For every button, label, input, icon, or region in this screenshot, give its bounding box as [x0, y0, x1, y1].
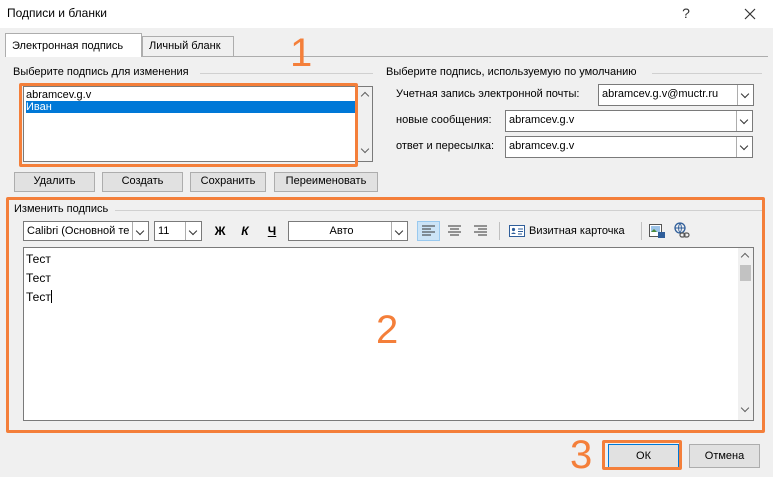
delete-button[interactable]: Удалить: [14, 172, 95, 192]
close-icon: [744, 8, 756, 20]
chevron-down-icon[interactable]: [737, 85, 753, 105]
annotation-box-1: [19, 83, 358, 167]
rename-button[interactable]: Переименовать: [274, 172, 378, 192]
chevron-down-icon[interactable]: [736, 111, 752, 131]
list-scrollbar[interactable]: [358, 87, 372, 161]
cancel-button[interactable]: Отмена: [689, 444, 760, 468]
new-messages-label: новые сообщения:: [396, 114, 492, 126]
annotation-box-3: [602, 440, 682, 470]
tab-personal-stationery[interactable]: Личный бланк: [142, 36, 234, 57]
account-select[interactable]: abramcev.g.v@muctr.ru: [598, 84, 754, 106]
scroll-up-icon[interactable]: [360, 91, 370, 101]
new-messages-value: abramcev.g.v: [509, 114, 575, 126]
account-label: Учетная запись электронной почты:: [396, 88, 580, 100]
save-button[interactable]: Сохранить: [190, 172, 266, 192]
window-title: Подписи и бланки: [7, 6, 107, 20]
scroll-down-icon[interactable]: [360, 144, 370, 154]
annotation-number-1: 1: [290, 31, 313, 75]
account-value: abramcev.g.v@muctr.ru: [602, 88, 719, 100]
reply-forward-label: ответ и пересылка:: [396, 140, 495, 152]
group-divider: [200, 73, 373, 74]
default-signature-label: Выберите подпись, используемую по умолча…: [386, 66, 637, 78]
reply-forward-value: abramcev.g.v: [509, 140, 575, 152]
tab-electronic-signature[interactable]: Электронная подпись: [5, 33, 142, 57]
annotation-number-3: 3: [570, 433, 593, 477]
chevron-down-icon[interactable]: [736, 137, 752, 157]
select-signature-label: Выберите подпись для изменения: [13, 66, 189, 78]
create-button[interactable]: Создать: [102, 172, 183, 192]
help-button[interactable]: ?: [667, 0, 705, 28]
group-divider: [652, 73, 762, 74]
close-button[interactable]: [731, 0, 769, 28]
new-messages-select[interactable]: abramcev.g.v: [505, 110, 753, 132]
annotation-number-2: 2: [376, 308, 399, 352]
reply-forward-select[interactable]: abramcev.g.v: [505, 136, 753, 158]
title-bar: [0, 0, 773, 28]
